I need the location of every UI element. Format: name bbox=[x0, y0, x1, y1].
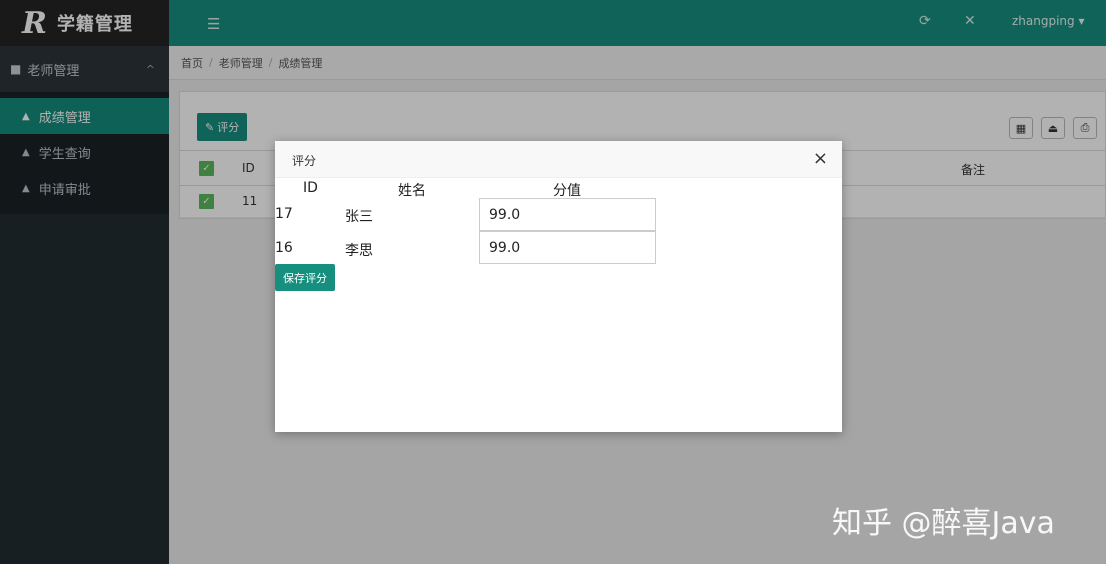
modal-row-name: 李思 bbox=[345, 243, 373, 259]
grade-modal: 评分 × ID 姓名 分值 17 张三 16 李思 保存评分 bbox=[275, 141, 842, 432]
modal-header: 评分 × bbox=[275, 141, 842, 178]
modal-header-name: 姓名 bbox=[398, 183, 426, 199]
score-input[interactable] bbox=[479, 198, 656, 231]
modal-title: 评分 bbox=[292, 154, 317, 168]
modal-row-name: 张三 bbox=[345, 209, 373, 225]
watermark: 知乎 @醉喜Java bbox=[832, 506, 1055, 541]
save-scores-button[interactable]: 保存评分 bbox=[275, 264, 335, 291]
modal-header-score: 分值 bbox=[553, 183, 581, 199]
modal-row-id: 17 bbox=[275, 206, 293, 222]
modal-header-id: ID bbox=[303, 180, 318, 196]
modal-row-id: 16 bbox=[275, 240, 293, 256]
score-input[interactable] bbox=[479, 231, 656, 264]
close-icon[interactable]: × bbox=[813, 148, 828, 169]
